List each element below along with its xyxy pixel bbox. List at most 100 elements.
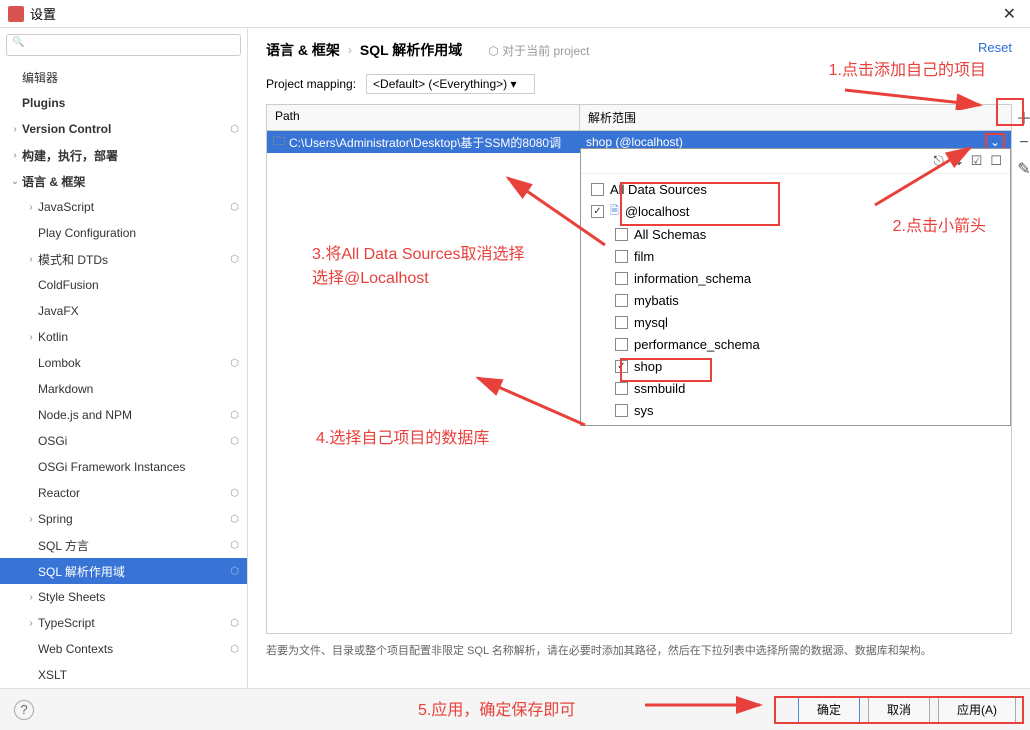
badge-icon: ⬡ <box>230 566 239 577</box>
help-icon[interactable]: ? <box>14 700 34 720</box>
footer-note: 若要为文件、目录或整个项目配置非限定 SQL 名称解析，请在必要时添加其路径，然… <box>248 634 1030 666</box>
sidebar-item[interactable]: SQL 解析作用域⬡ <box>0 558 247 584</box>
checkbox[interactable] <box>615 316 628 329</box>
dropdown-item-label: ssmbuild <box>634 381 685 396</box>
dropdown-item-label: sys <box>634 403 654 418</box>
sidebar-item-label: SQL 方言 <box>38 537 230 554</box>
close-icon[interactable]: ✕ <box>997 4 1022 24</box>
sidebar-item-label: Style Sheets <box>38 590 239 604</box>
sidebar-item[interactable]: Lombok⬡ <box>0 350 247 376</box>
sidebar-item[interactable]: ›Version Control⬡ <box>0 116 247 142</box>
reset-link[interactable]: Reset <box>978 40 1012 55</box>
sidebar-item[interactable]: ⌄语言 & 框架 <box>0 168 247 194</box>
sidebar-item-label: OSGi Framework Instances <box>38 460 239 474</box>
sidebar-item-label: Plugins <box>22 96 239 110</box>
sidebar-item[interactable]: OSGi Framework Instances <box>0 454 247 480</box>
sidebar-item[interactable]: ›TypeScript⬡ <box>0 610 247 636</box>
collapse-all-icon[interactable]: ⇅ <box>952 153 963 169</box>
checkbox[interactable] <box>615 272 628 285</box>
badge-icon: ⬡ <box>230 488 239 499</box>
dropdown-item[interactable]: All Schemas <box>581 223 1010 245</box>
dropdown-item[interactable]: ssmbuild <box>581 377 1010 399</box>
sidebar-item[interactable]: ›Style Sheets <box>0 584 247 610</box>
remove-icon[interactable]: − <box>1014 133 1030 153</box>
sidebar-item-label: 模式和 DTDs <box>38 251 230 268</box>
sidebar-item[interactable]: ›JavaScript⬡ <box>0 194 247 220</box>
sidebar-item-label: Node.js and NPM <box>38 408 230 422</box>
sidebar-item-label: Markdown <box>38 382 239 396</box>
badge-icon: ⬡ <box>230 540 239 551</box>
checkbox[interactable] <box>591 183 604 196</box>
chevron-icon: › <box>8 150 22 161</box>
sidebar-item[interactable]: Reactor⬡ <box>0 480 247 506</box>
checkbox[interactable] <box>615 404 628 417</box>
sidebar-item[interactable]: XSLT <box>0 662 247 688</box>
badge-icon: ⬡ <box>230 254 239 265</box>
checkbox[interactable] <box>591 205 604 218</box>
row-path: C:\Users\Administrator\Desktop\基于SSM的808… <box>289 134 561 151</box>
checkbox[interactable] <box>615 228 628 241</box>
dropdown-item[interactable]: 🗎@localhost <box>581 200 1010 223</box>
mapping-value: <Default> (<Everything>) <box>373 77 507 91</box>
dropdown-item[interactable]: All Data Sources <box>581 178 1010 200</box>
edit-icon[interactable]: ✎ <box>1014 159 1030 179</box>
sidebar-item[interactable]: ›模式和 DTDs⬡ <box>0 246 247 272</box>
sidebar-item-label: SQL 解析作用域 <box>38 563 230 580</box>
chevron-icon: › <box>8 124 22 135</box>
sidebar: 编辑器Plugins›Version Control⬡›构建，执行，部署⌄语言 … <box>0 28 248 688</box>
dropdown-item[interactable]: information_schema <box>581 267 1010 289</box>
mapping-table: Path 解析范围 🗀 C:\Users\Administrator\Deskt… <box>266 104 1012 634</box>
sidebar-item[interactable]: OSGi⬡ <box>0 428 247 454</box>
sidebar-item[interactable]: Web Contexts⬡ <box>0 636 247 662</box>
dropdown-item[interactable]: shop <box>581 355 1010 377</box>
sidebar-item-label: JavaFX <box>38 304 239 318</box>
dropdown-item[interactable]: mybatis <box>581 289 1010 311</box>
checkbox[interactable] <box>615 250 628 263</box>
chevron-icon: › <box>24 202 38 213</box>
dropdown-item[interactable]: performance_schema <box>581 333 1010 355</box>
cancel-button[interactable]: 取消 <box>868 696 930 723</box>
deselect-all-icon[interactable]: ☐ <box>990 153 1002 169</box>
search-input[interactable] <box>6 34 241 56</box>
chevron-icon: › <box>24 254 38 265</box>
expand-all-icon[interactable]: ⎋ <box>933 153 943 169</box>
sidebar-item[interactable]: 编辑器 <box>0 64 247 90</box>
dropdown-item-label: mybatis <box>634 293 679 308</box>
ok-button[interactable]: 确定 <box>798 696 860 723</box>
sidebar-item[interactable]: ColdFusion <box>0 272 247 298</box>
dropdown-item[interactable]: sys <box>581 399 1010 421</box>
checkbox[interactable] <box>615 338 628 351</box>
row-scope: shop (@localhost) <box>586 135 983 149</box>
dropdown-item[interactable]: mysql <box>581 311 1010 333</box>
sidebar-item[interactable]: Play Configuration <box>0 220 247 246</box>
dropdown-item[interactable]: film <box>581 245 1010 267</box>
sidebar-item[interactable]: ›Spring⬡ <box>0 506 247 532</box>
sidebar-item[interactable]: ›构建，执行，部署 <box>0 142 247 168</box>
chevron-icon: › <box>24 332 38 343</box>
settings-tree[interactable]: 编辑器Plugins›Version Control⬡›构建，执行，部署⌄语言 … <box>0 62 247 688</box>
sidebar-item[interactable]: Plugins <box>0 90 247 116</box>
add-icon[interactable]: ＋ <box>1014 107 1030 127</box>
sidebar-item-label: OSGi <box>38 434 230 448</box>
sidebar-item[interactable]: Markdown <box>0 376 247 402</box>
checkbox[interactable] <box>615 294 628 307</box>
checkbox[interactable] <box>615 360 628 373</box>
sidebar-item-label: Lombok <box>38 356 230 370</box>
badge-icon: ⬡ <box>230 514 239 525</box>
sidebar-item-label: 编辑器 <box>22 69 239 86</box>
sidebar-item[interactable]: Node.js and NPM⬡ <box>0 402 247 428</box>
sidebar-item-label: 构建，执行，部署 <box>22 147 239 164</box>
chevron-right-icon: › <box>348 43 352 57</box>
checkbox[interactable] <box>615 382 628 395</box>
sidebar-item[interactable]: ›Kotlin <box>0 324 247 350</box>
select-all-icon[interactable]: ☑ <box>971 153 983 169</box>
chevron-icon: › <box>24 514 38 525</box>
mapping-select[interactable]: <Default> (<Everything>) ▾ <box>366 74 535 94</box>
sidebar-item-label: Kotlin <box>38 330 239 344</box>
sidebar-item-label: 语言 & 框架 <box>22 173 239 190</box>
sidebar-item[interactable]: SQL 方言⬡ <box>0 532 247 558</box>
breadcrumb: 语言 & 框架 › SQL 解析作用域 对于当前 project <box>248 28 1030 68</box>
sidebar-item[interactable]: JavaFX <box>0 298 247 324</box>
apply-button[interactable]: 应用(A) <box>938 696 1016 723</box>
dropdown-item-label: film <box>634 249 654 264</box>
